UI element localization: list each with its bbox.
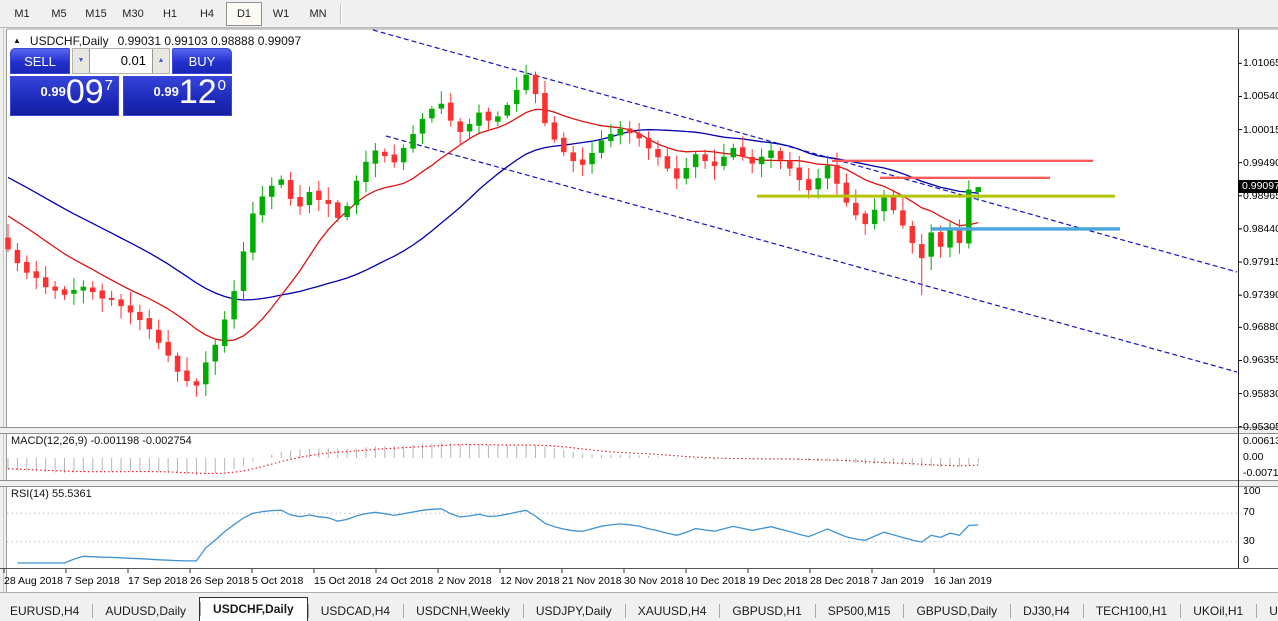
chart-tab-gbpusd-daily[interactable]: GBPUSD,Daily	[903, 600, 1010, 621]
rsi-axis-label: 30	[1243, 535, 1255, 547]
date-axis-label: 5 Oct 2018	[252, 575, 303, 587]
ohlc-values: 0.99031 0.99103 0.98888 0.99097	[118, 34, 302, 48]
volume-input[interactable]: 0.01	[89, 49, 153, 73]
timeframe-button-h1[interactable]: H1	[152, 2, 188, 26]
chart-tab-usdcnh-weekly[interactable]: USDCNH,Weekly	[403, 600, 523, 621]
mt4-terminal: M1M5M15M30H1H4D1W1MN ▲ USDCHF,Daily 0.99…	[0, 0, 1278, 621]
buy-price-sup: 0	[218, 77, 226, 94]
chart-tab-sp500-m15[interactable]: SP500,M15	[815, 600, 904, 621]
chart-tab-ukoil-h1[interactable]: UKOil,H1	[1180, 600, 1256, 621]
one-click-trade-panel: SELL ▼ 0.01 ▲ BUY 0.99097 0.99120	[10, 48, 232, 116]
volume-control: ▼ 0.01 ▲	[72, 48, 170, 74]
sell-price-display[interactable]: 0.99097	[10, 76, 119, 116]
date-axis-label: 26 Sep 2018	[190, 575, 250, 587]
price-axis-label: 0.98440	[1243, 223, 1278, 235]
rsi-indicator-label: RSI(14) 55.5361	[11, 488, 92, 500]
chart-tab-usdchf-daily[interactable]: USDCHF,Daily	[199, 597, 308, 621]
chart-tab-audusd-daily[interactable]: AUDUSD,Daily	[92, 600, 199, 621]
timeframe-button-m5[interactable]: M5	[41, 2, 77, 26]
chart-tab-gbpusd-h1[interactable]: GBPUSD,H1	[719, 600, 814, 621]
chart-tab-tech100-h1[interactable]: TECH100,H1	[1083, 600, 1180, 621]
macd-axis-label: 0.00	[1243, 451, 1263, 463]
price-axis-label: 1.01065	[1243, 57, 1278, 69]
collapse-panel-icon[interactable]: ▲	[13, 36, 21, 45]
chart-tab-bar: EURUSD,H4AUDUSD,DailyUSDCHF,DailyUSDCAD,…	[0, 592, 1278, 621]
timeframe-button-m1[interactable]: M1	[4, 2, 40, 26]
date-axis-label: 10 Dec 2018	[686, 575, 746, 587]
trade-panel-top-row: SELL ▼ 0.01 ▲ BUY	[10, 48, 232, 74]
price-axis-label: 0.96355	[1243, 354, 1278, 366]
macd-axis-label: -0.007142	[1243, 467, 1278, 479]
macd-indicator-label: MACD(12,26,9) -0.001198 -0.002754	[11, 435, 192, 447]
rsi-axis-label: 100	[1243, 485, 1261, 497]
sell-button[interactable]: SELL	[10, 48, 70, 74]
toolbar-separator	[340, 4, 342, 24]
date-axis-label: 30 Nov 2018	[624, 575, 684, 587]
volume-decrease-button[interactable]: ▼	[73, 49, 89, 73]
price-axis-label: 0.97915	[1243, 256, 1278, 268]
price-axis-label: 0.99490	[1243, 157, 1278, 169]
buy-price-display[interactable]: 0.99120	[123, 76, 232, 116]
volume-increase-button[interactable]: ▲	[153, 49, 169, 73]
date-axis-label: 7 Jan 2019	[872, 575, 924, 587]
timeframe-button-d1[interactable]: D1	[226, 2, 262, 26]
date-axis-label: 7 Sep 2018	[66, 575, 120, 587]
sell-price-sup: 7	[105, 77, 113, 94]
chart-tab-usdcad-h4[interactable]: USDCAD,H4	[308, 600, 403, 621]
timeframe-button-m15[interactable]: M15	[78, 2, 114, 26]
chart-ohlc-title: ▲ USDCHF,Daily 0.99031 0.99103 0.98888 0…	[13, 34, 301, 48]
buy-button[interactable]: BUY	[172, 48, 232, 74]
timeframe-button-mn[interactable]: MN	[300, 2, 336, 26]
price-axis-label: 0.95830	[1243, 388, 1278, 400]
chart-tab-usdjpy-daily[interactable]: USDJPY,Daily	[523, 600, 625, 621]
chart-tab-eurusd-h4[interactable]: EURUSD,H4	[0, 600, 92, 621]
price-axis-label: 0.97390	[1243, 289, 1278, 301]
date-axis-label: 15 Oct 2018	[314, 575, 371, 587]
date-axis-label: 24 Oct 2018	[376, 575, 433, 587]
chart-tab-u[interactable]: U	[1256, 600, 1278, 621]
timeframe-toolbar: M1M5M15M30H1H4D1W1MN	[0, 0, 1278, 28]
date-axis-label: 12 Nov 2018	[500, 575, 560, 587]
sell-price-big: 09	[66, 73, 104, 111]
price-axis-label: 1.00540	[1243, 90, 1278, 102]
date-axis-label: 16 Jan 2019	[934, 575, 992, 587]
timeframe-button-m30[interactable]: M30	[115, 2, 151, 26]
rsi-axis-label: 70	[1243, 506, 1255, 518]
macd-axis-label: 0.006137	[1243, 435, 1278, 447]
price-axis-label: 0.95305	[1243, 421, 1278, 433]
rsi-axis-label: 0	[1243, 554, 1249, 566]
sell-price-prefix: 0.99	[41, 84, 66, 99]
price-axis-label: 0.96880	[1243, 321, 1278, 333]
timeframe-button-h4[interactable]: H4	[189, 2, 225, 26]
date-axis-label: 28 Dec 2018	[810, 575, 870, 587]
price-axis-label: 1.00015	[1243, 124, 1278, 136]
date-axis-label: 19 Dec 2018	[748, 575, 808, 587]
current-price-tag: 0.99097	[1238, 180, 1278, 193]
date-axis-label: 2 Nov 2018	[438, 575, 492, 587]
symbol-title: USDCHF,Daily	[30, 34, 109, 48]
chart-tab-xauusd-h4[interactable]: XAUUSD,H4	[625, 600, 720, 621]
date-axis-label: 28 Aug 2018	[4, 575, 63, 587]
chart-tab-dj30-h4[interactable]: DJ30,H4	[1010, 600, 1083, 621]
timeframe-button-w1[interactable]: W1	[263, 2, 299, 26]
date-axis-label: 21 Nov 2018	[562, 575, 622, 587]
buy-price-big: 12	[179, 73, 217, 111]
buy-price-prefix: 0.99	[154, 84, 179, 99]
date-axis-label: 17 Sep 2018	[128, 575, 188, 587]
chart-window: ▲ USDCHF,Daily 0.99031 0.99103 0.98888 0…	[0, 28, 1278, 592]
